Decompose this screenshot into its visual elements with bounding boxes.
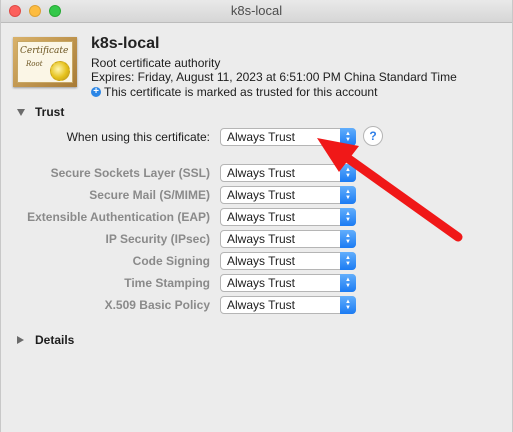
annotation-arrow-shaft	[341, 152, 463, 242]
certificate-window: k8s-local Certificate Root k8s-local Roo…	[0, 0, 513, 432]
annotation-arrow	[317, 138, 463, 242]
